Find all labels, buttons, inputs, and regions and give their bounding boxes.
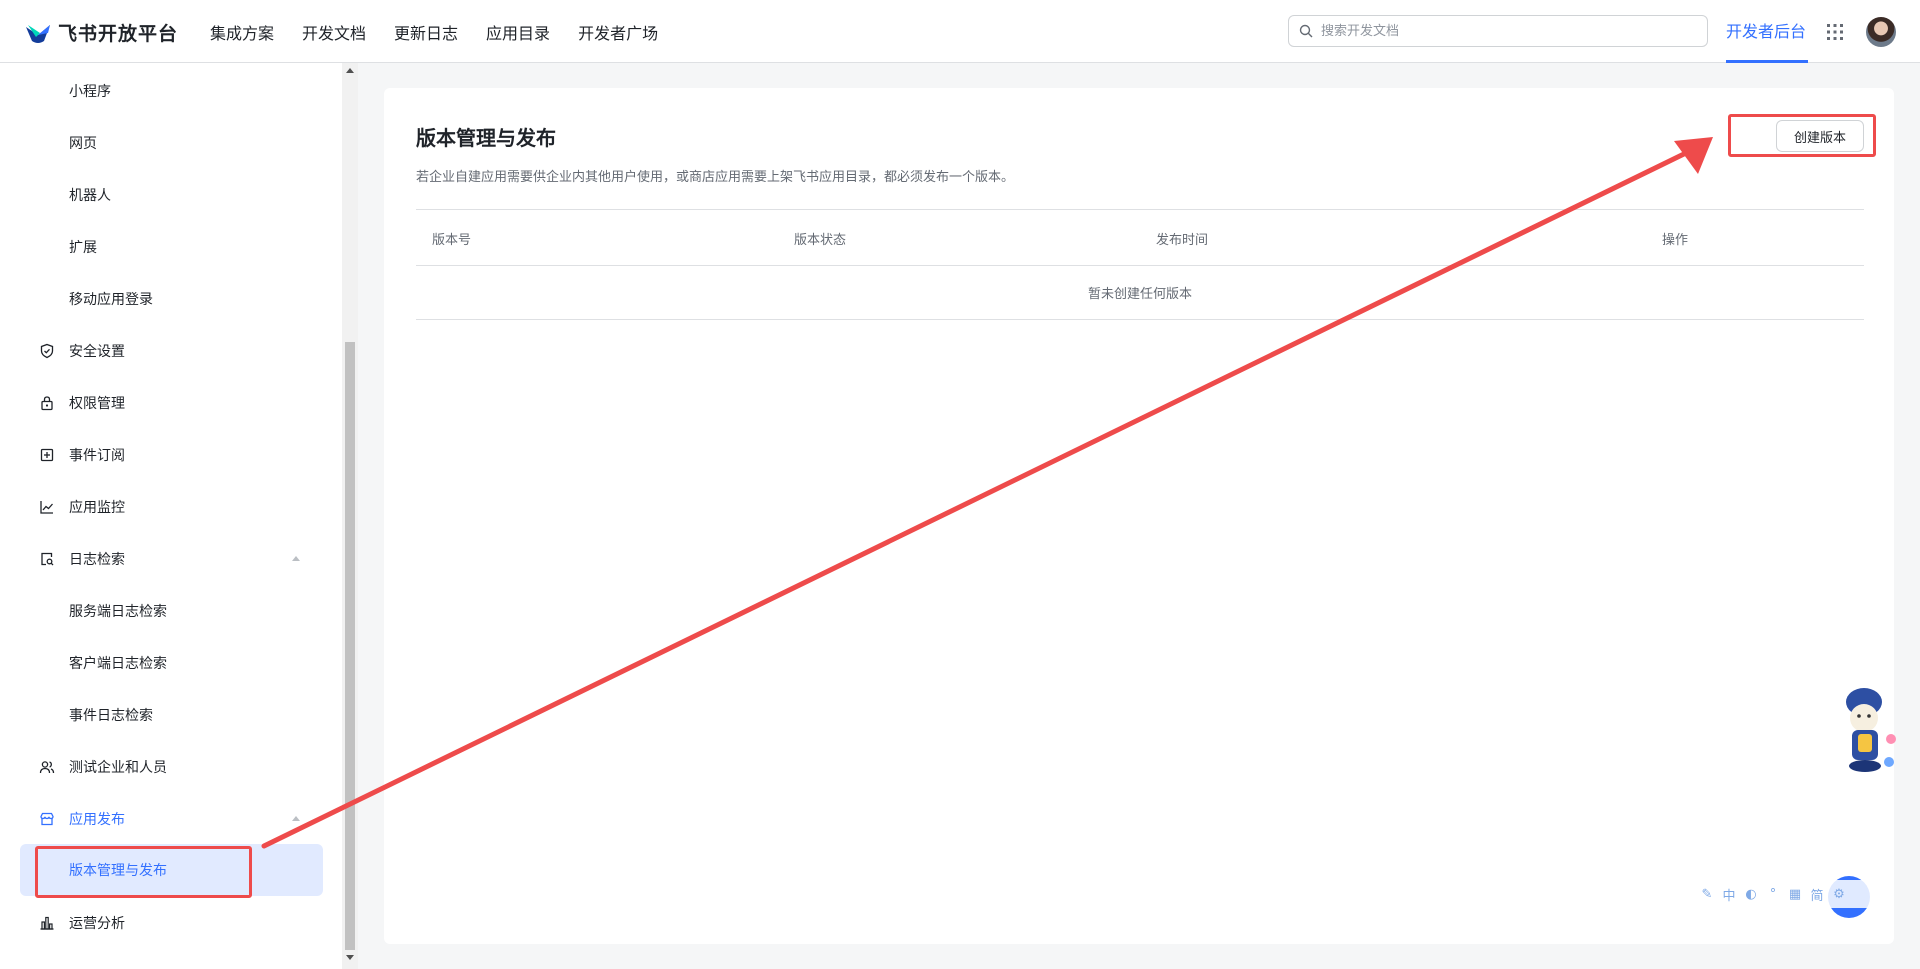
nav-link-solutions[interactable]: 集成方案: [210, 20, 274, 44]
sidebar-item-label: 安全设置: [69, 344, 125, 360]
chart-line-icon: [40, 501, 53, 514]
sidebar-item-permissions[interactable]: 权限管理: [0, 383, 342, 423]
search-icon: [1299, 24, 1313, 38]
version-management-card: 版本管理与发布 若企业自建应用需要供企业内其他用户使用，或商店应用需要上架飞书应…: [384, 88, 1894, 944]
search-box[interactable]: [1288, 15, 1708, 47]
annotation-box-sidebar: [35, 846, 252, 898]
sidebar-item-label: 测试企业和人员: [69, 760, 167, 776]
sidebar-item-label: 小程序: [69, 84, 111, 100]
sidebar-item-label: 网页: [69, 136, 97, 152]
sidebar-item-event-subscription[interactable]: 事件订阅: [0, 435, 342, 475]
ime-toolbar[interactable]: ✎ 中 ◐ ° ▦ 简 ⚙: [1692, 880, 1886, 908]
sidebar-item-label: 扩展: [69, 240, 97, 256]
ime-simplified-mode[interactable]: 简: [1806, 885, 1828, 904]
ime-chinese-mode[interactable]: 中: [1718, 885, 1740, 904]
versions-table: 版本号 版本状态 发布时间 操作 暂未创建任何版本: [416, 209, 1864, 320]
scroll-up-arrow-icon[interactable]: [346, 68, 354, 73]
sidebar-item-label: 应用监控: [69, 500, 125, 516]
top-navigation-bar: 飞书开放平台 集成方案 开发文档 更新日志 应用目录 开发者广场 开发者后台: [0, 0, 1920, 63]
nav-link-app-directory[interactable]: 应用目录: [486, 20, 550, 44]
log-search-icon: [41, 552, 54, 566]
empty-state-text: 暂未创建任何版本: [1087, 287, 1192, 302]
column-header-release-time: 发布时间: [1156, 233, 1209, 248]
feishu-logo-icon: [26, 24, 50, 43]
active-tab-indicator: [1726, 60, 1808, 63]
chevron-up-icon[interactable]: [291, 814, 301, 822]
sidebar-item-client-log-search[interactable]: 客户端日志检索: [0, 643, 342, 683]
annotation-box-create-button: [1728, 114, 1876, 157]
sidebar-item-test-tenants[interactable]: 测试企业和人员: [0, 747, 342, 787]
sidebar-item-label: 事件日志检索: [69, 708, 153, 724]
ime-punctuation-icon[interactable]: °: [1762, 887, 1784, 902]
sidebar-item-server-log-search[interactable]: 服务端日志检索: [0, 591, 342, 631]
sidebar: 小程序 网页 机器人 扩展 移动应用登录 安全设置 权限管理 事件订阅 应用监控…: [0, 63, 342, 969]
sidebar-item-extension[interactable]: 扩展: [0, 227, 342, 267]
assistant-mascot-icon[interactable]: [1836, 684, 1896, 778]
event-icon: [40, 448, 54, 462]
nav-link-developer-square[interactable]: 开发者广场: [578, 20, 658, 44]
column-header-version: 版本号: [432, 233, 472, 248]
sidebar-item-label: 移动应用登录: [69, 292, 153, 308]
sidebar-item-label: 事件订阅: [69, 448, 125, 464]
sidebar-item-label: 运营分析: [69, 916, 125, 932]
nav-link-changelog[interactable]: 更新日志: [394, 20, 458, 44]
sidebar-item-event-log-search[interactable]: 事件日志检索: [0, 695, 342, 735]
sidebar-item-monitoring[interactable]: 应用监控: [0, 487, 342, 527]
column-header-status: 版本状态: [794, 233, 847, 248]
users-icon: [39, 761, 55, 774]
ime-keyboard-icon[interactable]: ▦: [1784, 887, 1806, 902]
lock-icon: [41, 396, 53, 411]
sidebar-item-analytics[interactable]: 运营分析: [0, 903, 342, 943]
table-header: 版本号 版本状态 发布时间 操作: [416, 209, 1864, 266]
main-nav: 集成方案 开发文档 更新日志 应用目录 开发者广场: [210, 0, 686, 63]
app-grid-icon[interactable]: [1826, 23, 1844, 41]
sidebar-item-webpage[interactable]: 网页: [0, 123, 342, 163]
user-avatar[interactable]: [1866, 17, 1896, 47]
sidebar-item-security[interactable]: 安全设置: [0, 331, 342, 371]
sidebar-item-log-search[interactable]: 日志检索: [0, 539, 342, 579]
sidebar-item-label: 权限管理: [69, 396, 125, 412]
sidebar-item-label: 服务端日志检索: [69, 604, 167, 620]
store-icon: [40, 812, 54, 826]
developer-console-link[interactable]: 开发者后台: [1726, 0, 1806, 63]
table-empty-row: 暂未创建任何版本: [416, 266, 1864, 320]
nav-link-docs[interactable]: 开发文档: [302, 20, 366, 44]
chevron-up-icon[interactable]: [291, 554, 301, 562]
sidebar-item-label: 机器人: [69, 188, 111, 204]
search-input[interactable]: [1319, 22, 1693, 40]
scrollbar-thumb[interactable]: [345, 342, 355, 950]
sidebar-item-label: 日志检索: [69, 552, 125, 568]
column-header-actions: 操作: [1662, 233, 1689, 248]
sidebar-item-mini-program[interactable]: 小程序: [0, 71, 342, 111]
brand-name: 飞书开放平台: [58, 23, 179, 45]
ime-halfwidth-icon[interactable]: ◐: [1740, 887, 1762, 902]
sidebar-item-app-release[interactable]: 应用发布: [0, 799, 342, 839]
sidebar-item-mobile-login[interactable]: 移动应用登录: [0, 279, 342, 319]
brand-logo[interactable]: 飞书开放平台: [24, 19, 178, 46]
scroll-down-arrow-icon[interactable]: [346, 955, 354, 960]
sidebar-item-label: 客户端日志检索: [69, 656, 167, 672]
sidebar-item-bot[interactable]: 机器人: [0, 175, 342, 215]
ime-logo-icon[interactable]: ✎: [1696, 887, 1718, 902]
ime-settings-icon[interactable]: ⚙: [1828, 887, 1850, 902]
page-description: 若企业自建应用需要供企业内其他用户使用，或商店应用需要上架飞书应用目录，都必须发…: [416, 170, 1015, 185]
page-title: 版本管理与发布: [416, 126, 556, 150]
bar-chart-icon: [40, 916, 54, 930]
sidebar-item-label: 应用发布: [69, 812, 125, 828]
shield-icon: [40, 343, 54, 359]
